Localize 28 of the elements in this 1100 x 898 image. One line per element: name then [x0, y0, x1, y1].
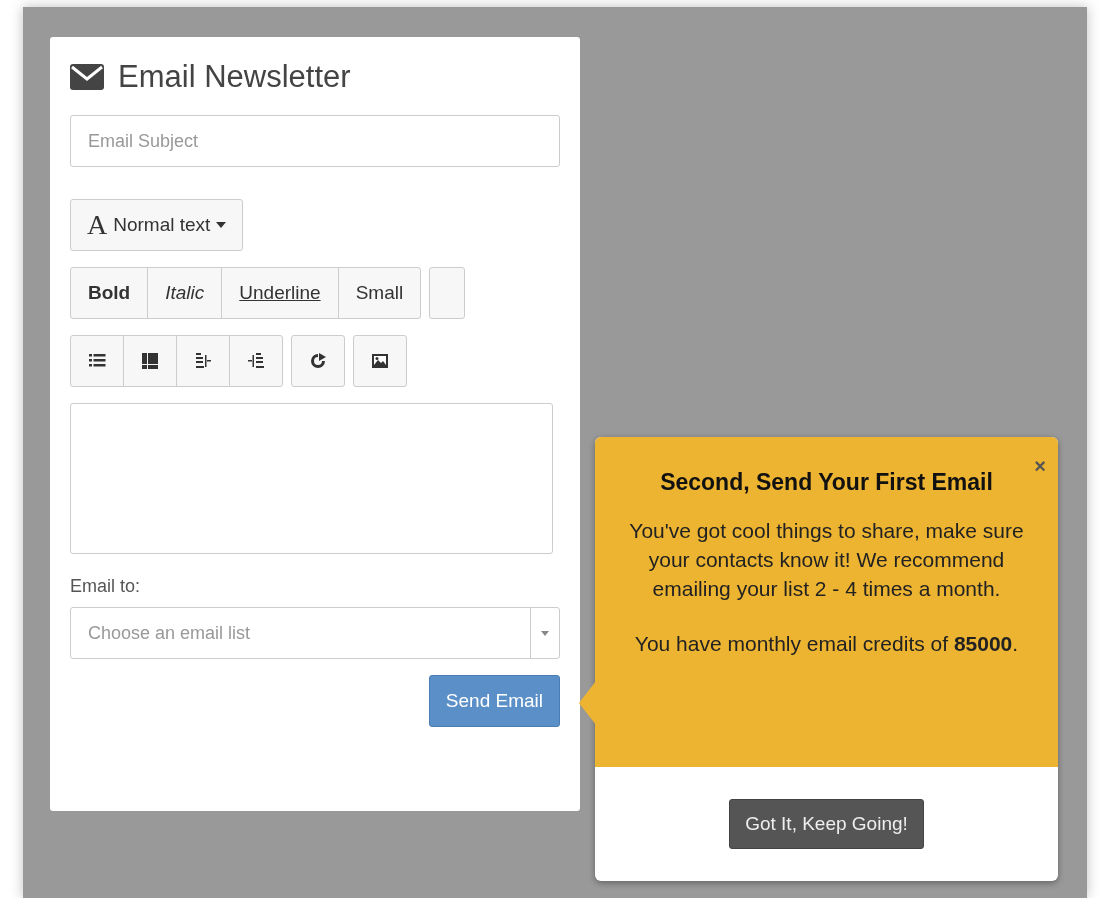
list-icon	[88, 352, 106, 370]
toolbar-button[interactable]	[353, 335, 407, 387]
toolbar-button[interactable]	[176, 335, 230, 387]
toolbar-button[interactable]	[70, 335, 124, 387]
popover-title: Second, Send Your First Email	[659, 469, 994, 496]
close-button[interactable]: ×	[1034, 455, 1046, 478]
got-it-button[interactable]: Got It, Keep Going!	[729, 799, 924, 849]
popover-paragraph: You have monthly email credits of 85000.	[633, 631, 1020, 657]
format-button[interactable]: Bold	[70, 267, 149, 319]
subject-field[interactable]: Email Subject	[70, 115, 560, 167]
share-icon	[309, 352, 327, 370]
format-button[interactable]: Underline	[221, 267, 339, 319]
card-title: Email Newsletter	[118, 59, 351, 95]
caret-icon	[541, 630, 549, 636]
text-style-dropdown[interactable]: A Normal text	[70, 199, 244, 251]
email-to-label: Email to:	[70, 576, 142, 597]
popover-paragraph: You've got cool things to share, make sure your contacts know it! We recommend emailing your list 2 - 4 times a month.	[628, 518, 1025, 602]
toolbar-button[interactable]	[123, 335, 177, 387]
indent-icon	[247, 352, 265, 370]
picture-icon	[371, 352, 389, 370]
toolbar-button[interactable]	[291, 335, 345, 387]
format-button[interactable]: Italic	[147, 267, 223, 319]
envelope-icon	[70, 64, 104, 90]
format-button[interactable]: Small	[337, 267, 422, 319]
grid-icon	[141, 352, 159, 370]
toolbar-button[interactable]	[229, 335, 283, 387]
outdent-icon	[194, 352, 212, 370]
caret-icon	[216, 222, 227, 228]
